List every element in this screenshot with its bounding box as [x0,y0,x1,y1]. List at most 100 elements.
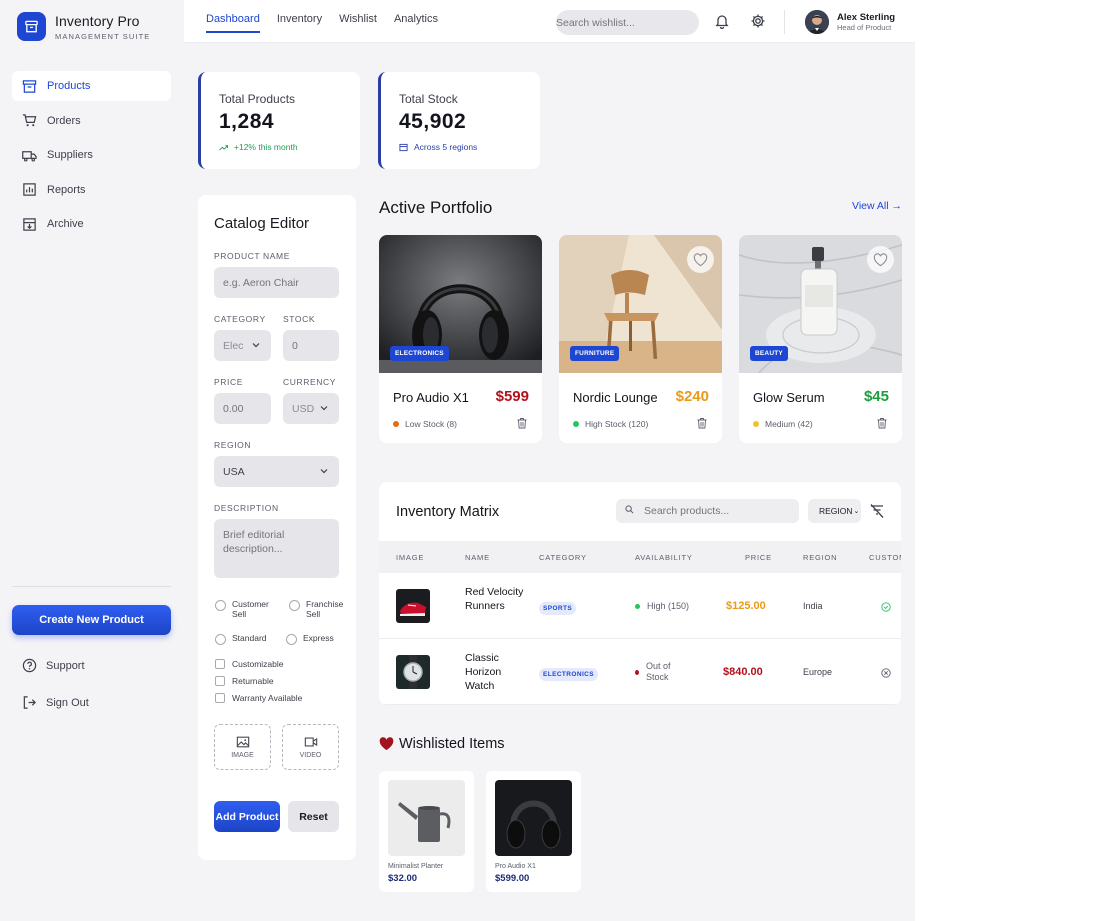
sidebar-item-archive[interactable]: Archive [12,209,171,239]
status-dot [753,421,759,427]
product-thumbnail [396,589,430,623]
trash-icon[interactable] [876,417,888,429]
avatar[interactable] [805,10,829,34]
currency-select[interactable]: USD [283,393,339,424]
checkbox-warranty[interactable]: Warranty Available [215,693,302,703]
product-price: $45 [863,388,889,405]
stat-value: 45,902 [399,110,467,133]
radio-franchise-sell[interactable]: Franchise Sell [289,599,349,619]
table-row[interactable]: Red Velocity Runners SPORTS High (150) $… [379,573,901,639]
create-new-product-button[interactable]: Create New Product [12,605,171,635]
radio-circle [289,600,300,611]
help-circle-icon [22,658,37,673]
table-row[interactable]: Classic Horizon Watch ELECTRONICS Out of… [379,639,901,705]
product-card-nordic-lounge[interactable]: FURNITURE Nordic Lounge $240 High Stock … [559,235,722,443]
user-name: Alex Sterling [837,12,896,23]
product-card-glow-serum[interactable]: BEAUTY Glow Serum $45 Medium (42) [739,235,902,443]
region-value: Europe [803,667,833,677]
sign-out-link[interactable]: Sign Out [22,695,89,710]
inventory-matrix-title: Inventory Matrix [396,504,500,520]
product-name-field[interactable] [214,267,339,298]
radio-standard[interactable]: Standard [215,633,267,645]
radio-customer-sell[interactable]: Customer Sell [215,599,285,619]
upload-image-button[interactable]: IMAGE [214,724,271,770]
checkbox-box [215,693,225,703]
stat-subtext: Across 5 regions [399,142,477,152]
inventory-matrix: Inventory Matrix REGION⌄ IMAGE NAME CATE… [379,482,901,705]
column-header-image: IMAGE [396,553,425,562]
support-link[interactable]: Support [22,658,85,673]
description-field[interactable] [214,519,339,578]
favorite-button[interactable] [687,246,714,273]
product-name: Classic Horizon Watch [465,652,502,692]
product-card-pro-audio[interactable]: ELECTRONICS Pro Audio X1 $599 Low Stock … [379,235,542,443]
stat-value: 1,284 [219,110,275,133]
view-all-link[interactable]: View All → [852,200,902,212]
stat-label: Total Stock [399,92,458,106]
wishlist-item-price: $599.00 [495,873,530,884]
status-dot [573,421,579,427]
category-tag: ELECTRONICS [390,346,449,361]
sidebar-item-label: Suppliers [47,149,93,161]
wishlist-item-name: Pro Audio X1 [495,863,536,870]
bell-icon[interactable] [714,13,730,29]
stock-field[interactable] [283,330,339,361]
wishlist-card[interactable]: Minimalist Planter $32.00 [379,771,474,892]
column-header-custom: CUSTOM [869,553,901,562]
stat-card-total-products: Total Products 1,284 +12% this month [198,72,360,169]
sidebar-item-suppliers[interactable]: Suppliers [12,140,171,170]
status-dot [393,421,399,427]
checkbox-box [215,659,225,669]
active-portfolio-title: Active Portfolio [379,198,493,217]
map-icon [399,143,408,151]
product-price: $840.00 [723,666,763,678]
tab-dashboard[interactable]: Dashboard [206,0,260,33]
radio-express[interactable]: Express [286,633,334,645]
region-select[interactable]: USA [214,456,339,487]
wishlist-card[interactable]: Pro Audio X1 $599.00 [486,771,581,892]
filter-off-icon[interactable] [869,503,885,519]
region-filter-dropdown[interactable]: REGION ⌄ [808,499,861,523]
x-circle-icon [881,668,891,678]
product-name: Red Velocity Runners [465,586,524,612]
status-dot [635,669,639,675]
sidebar-item-reports[interactable]: Reports [12,175,171,205]
arrow-right-icon: → [888,200,902,212]
sidebar-item-products[interactable]: Products [12,71,171,101]
column-header-availability: AVAILABILITY [635,553,693,562]
checkbox-returnable[interactable]: Returnable [215,676,274,686]
tab-inventory[interactable]: Inventory [277,0,322,33]
trash-icon[interactable] [516,417,528,429]
price-field[interactable] [214,393,271,424]
trash-icon[interactable] [696,417,708,429]
radio-circle [215,600,226,611]
reset-button[interactable]: Reset [288,801,339,832]
upload-video-button[interactable]: VIDEO [282,724,339,770]
region-label: REGION [214,440,252,450]
gear-icon[interactable] [750,13,766,29]
page-margin [915,0,1100,921]
wishlist-image [388,780,465,856]
sidebar-item-orders[interactable]: Orders [12,106,171,136]
stat-card-total-stock: Total Stock 45,902 Across 5 regions [378,72,540,169]
top-bar: Dashboard Inventory Wishlist Analytics A… [184,0,915,43]
product-search-input[interactable] [616,499,799,523]
category-badge: ELECTRONICS [539,668,598,681]
add-product-button[interactable]: Add Product [214,801,280,832]
description-label: DESCRIPTION [214,503,279,513]
top-tabs: Dashboard Inventory Wishlist Analytics [206,0,455,43]
support-label: Support [46,659,85,672]
stock-label: STOCK [283,314,316,324]
tab-analytics[interactable]: Analytics [394,0,438,33]
category-select[interactable]: Elec [214,330,271,361]
sidebar-divider [12,586,171,587]
wishlist-item-name: Minimalist Planter [388,863,444,870]
wishlist-search-input[interactable] [556,10,699,35]
tab-wishlist[interactable]: Wishlist [339,0,377,33]
favorite-button[interactable] [867,246,894,273]
category-tag: BEAUTY [750,346,788,361]
checkbox-customizable[interactable]: Customizable [215,659,284,669]
topbar-divider [784,10,785,34]
column-header-category: CATEGORY [539,553,587,562]
brand-subtitle: MANAGEMENT SUITE [55,31,151,41]
